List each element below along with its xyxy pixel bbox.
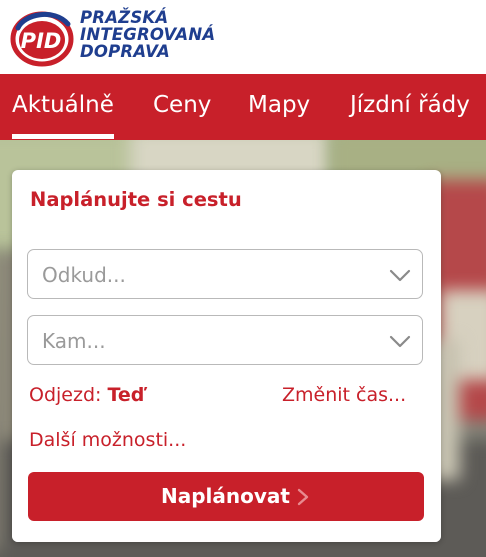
nav-item-aktualne[interactable]: Aktuálně <box>12 90 114 139</box>
departure-label: Odjezd: <box>29 384 102 406</box>
brand-name[interactable]: PRAŽSKÁ INTEGROVANÁ DOPRAVA <box>80 9 215 60</box>
planner-title: Naplánujte si cestu <box>30 188 242 211</box>
nav-item-jizdni-rady[interactable]: Jízdní řády <box>350 90 470 120</box>
nav-item-mapy[interactable]: Mapy <box>248 90 310 120</box>
plan-button[interactable]: Naplánovat <box>28 472 424 521</box>
brand-line: PRAŽSKÁ <box>80 8 169 27</box>
chevron-down-icon[interactable] <box>388 264 412 286</box>
to-input[interactable] <box>42 326 372 356</box>
logo-text: PID <box>21 29 62 53</box>
departure-value: Teď <box>107 384 145 406</box>
brand-line: DOPRAVA <box>80 42 170 61</box>
more-options-link[interactable]: Další možnosti... <box>29 428 186 452</box>
chevron-right-icon <box>297 488 309 506</box>
departure-info: Odjezd: Teď <box>29 383 144 407</box>
brand-line: INTEGROVANÁ <box>80 25 216 44</box>
site-header: PID PRAŽSKÁ INTEGROVANÁ DOPRAVA <box>0 0 486 74</box>
plan-button-label: Naplánovat <box>161 484 290 508</box>
to-field[interactable] <box>27 315 423 365</box>
nav-item-ceny[interactable]: Ceny <box>153 90 211 120</box>
chevron-down-icon[interactable] <box>388 330 412 352</box>
pid-logo[interactable]: PID <box>10 6 74 70</box>
change-time-link[interactable]: Změnit čas... <box>282 383 406 407</box>
trip-planner-card: Naplánujte si cestu Odjezd: Teď Změnit č… <box>12 170 441 542</box>
main-nav: Aktuálně Ceny Mapy Jízdní řády <box>0 74 486 140</box>
from-field[interactable] <box>27 249 423 299</box>
from-input[interactable] <box>42 260 372 290</box>
